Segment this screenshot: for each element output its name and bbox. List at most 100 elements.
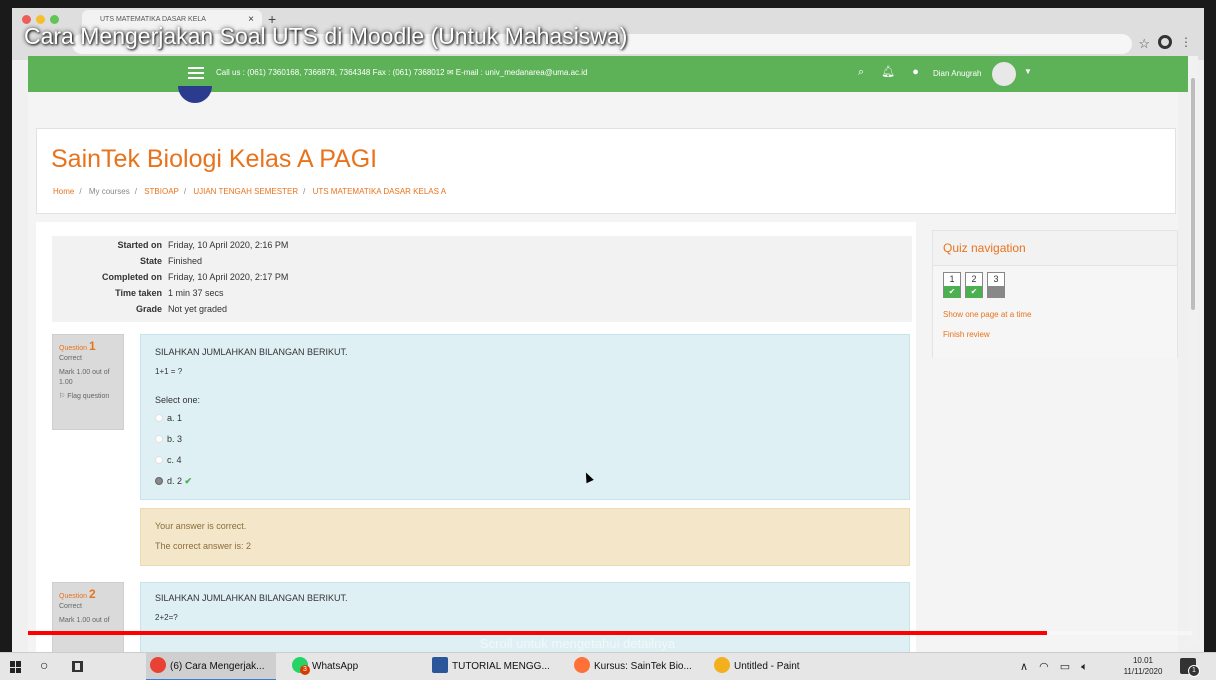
summary-label: Time taken [115, 288, 162, 298]
summary-label: State [139, 256, 162, 266]
feedback-answer: The correct answer is: 2 [155, 541, 252, 551]
quiz-nav-button-3[interactable]: 3 [987, 272, 1005, 298]
browser-menu-icon[interactable]: ⋮ [1180, 35, 1192, 49]
hamburger-menu-icon[interactable] [188, 67, 204, 79]
question-2-info: Question 2 Correct Mark 1.00 out of [52, 582, 124, 652]
search-icon[interactable]: ○ [40, 657, 48, 673]
question-status: Correct [59, 603, 82, 610]
summary-row: State Finished [52, 256, 912, 272]
question-expression: 2+2=? [155, 613, 178, 622]
search-icon[interactable]: ⌕ [858, 66, 864, 78]
taskbar-app-paint[interactable]: Untitled - Paint [710, 653, 830, 680]
summary-value: Not yet graded [168, 304, 228, 314]
windows-taskbar: ○ (6) Cara Mengerjak... 3 WhatsApp TUTORI… [0, 652, 1216, 680]
video-title: Cara Mengerjakan Soal UTS di Moodle (Unt… [24, 23, 628, 49]
summary-value: Friday, 10 April 2020, 2:16 PM [168, 240, 289, 250]
scrollbar-thumb[interactable] [1191, 78, 1195, 310]
not-graded-indicator [988, 286, 1004, 298]
question-text: SILAHKAN JUMLAHKAN BILANGAN BERIKUT. [155, 593, 348, 603]
volume-icon[interactable]: 🔈︎ [1081, 661, 1088, 673]
select-one-label: Select one: [155, 395, 201, 405]
system-clock[interactable]: 10.01 11/11/2020 [1118, 655, 1168, 677]
task-view-icon[interactable] [72, 661, 83, 672]
clock-date: 11/11/2020 [1123, 667, 1163, 676]
notification-count-badge: 1 [1188, 665, 1200, 677]
attempt-summary: Started on Friday, 10 April 2020, 2:16 P… [52, 236, 912, 322]
breadcrumb-my-courses[interactable]: My courses [89, 187, 130, 196]
taskbar-app-word[interactable]: TUTORIAL MENGG... [428, 653, 558, 680]
breadcrumb-section[interactable]: UJIAN TENGAH SEMESTER [193, 187, 298, 196]
breadcrumb: Home / My courses / STBIOAP / UJIAN TENGAH … [53, 187, 447, 196]
page-scrollbar[interactable] [1188, 56, 1198, 644]
answer-option[interactable]: b. 3 [155, 434, 182, 444]
taskbar-app-chrome[interactable]: (6) Cara Mengerjak... [146, 653, 276, 680]
summary-value: 1 min 37 secs [168, 288, 224, 298]
show-one-page-link[interactable]: Show one page at a time [943, 310, 1032, 319]
user-avatar[interactable] [992, 62, 1016, 86]
messages-icon[interactable]: ● [912, 66, 919, 78]
contact-info: Call us : (061) 7360168, 7366878, 736434… [216, 68, 588, 77]
question-status: Correct [59, 355, 82, 362]
answered-check-icon: ✔ [944, 286, 960, 298]
summary-row: Started on Friday, 10 April 2020, 2:16 P… [52, 240, 912, 256]
question-mark: Mark 1.00 out of [59, 617, 110, 624]
answer-option[interactable]: c. 4 [155, 455, 182, 465]
whatsapp-icon: 3 [292, 657, 310, 675]
course-title: SainTek Biologi Kelas A PAGI [51, 145, 378, 173]
question-number: Question 2 [59, 587, 96, 601]
clock-time: 10.01 [1132, 656, 1154, 665]
navbar-icons: ⌕ 🔔︎ ● [858, 65, 933, 79]
firefox-icon [574, 657, 590, 673]
answer-option-selected[interactable]: d. 2 ✔ [155, 476, 192, 487]
quiz-review-main: Started on Friday, 10 April 2020, 2:16 P… [36, 222, 916, 652]
wifi-icon[interactable]: ◠ [1039, 661, 1049, 673]
question-mark: Mark 1.00 out of 1.00 [59, 369, 110, 386]
summary-row: Completed on Friday, 10 April 2020, 2:17… [52, 272, 912, 288]
taskbar-app-whatsapp[interactable]: 3 WhatsApp [288, 653, 398, 680]
question-expression: 1+1 = ? [155, 367, 183, 376]
course-header: SainTek Biologi Kelas A PAGI Home / My co… [36, 128, 1176, 214]
video-frame: UTS MATEMATIKA DASAR KELA × + ☆ ⋮ Call u… [0, 0, 1216, 652]
flag-icon: ⚐ [59, 393, 66, 400]
chrome-icon [150, 657, 166, 673]
bookmark-star-icon[interactable]: ☆ [1138, 36, 1150, 52]
summary-row: Time taken 1 min 37 secs [52, 288, 912, 304]
summary-row: Grade Not yet graded [52, 304, 912, 320]
chevron-up-icon[interactable]: ∧ [1020, 661, 1028, 673]
video-overlay-hint: Scroll untuk mengetahui detailnya [480, 636, 676, 651]
battery-icon[interactable]: ▭ [1060, 661, 1070, 673]
summary-label: Grade [135, 304, 162, 314]
breadcrumb-quiz[interactable]: UTS MATEMATIKA DASAR KELAS A [313, 187, 447, 196]
system-tray: ∧ ◠ ▭ 🔈︎ [1020, 660, 1096, 674]
windows-start-icon[interactable] [10, 661, 22, 673]
profile-icon[interactable] [1158, 35, 1172, 49]
user-name[interactable]: Dian Anugrah [933, 69, 981, 78]
question-1-content: SILAHKAN JUMLAHKAN BILANGAN BERIKUT. 1+1… [140, 334, 910, 500]
flag-question-link[interactable]: ⚐ Flag question [59, 392, 117, 402]
correct-check-icon: ✔ [184, 476, 193, 486]
answer-feedback: Your answer is correct. The correct answ… [140, 508, 910, 566]
quiz-nav-button-1[interactable]: 1 ✔ [943, 272, 961, 298]
finish-review-link[interactable]: Finish review [943, 330, 990, 339]
word-icon [432, 657, 448, 673]
question-number: Question 1 [59, 339, 96, 353]
quiz-navigation-title: Quiz navigation [943, 241, 1026, 255]
video-progress-played[interactable] [28, 631, 1047, 635]
quiz-nav-button-2[interactable]: 2 ✔ [965, 272, 983, 298]
notification-badge: 3 [300, 665, 310, 675]
tab-title: UTS MATEMATIKA DASAR KELA [100, 16, 206, 23]
summary-label: Started on [117, 240, 162, 250]
moodle-page: SainTek Biologi Kelas A PAGI Home / My co… [28, 86, 1178, 652]
answered-check-icon: ✔ [966, 286, 982, 298]
answer-option[interactable]: a. 1 [155, 413, 182, 423]
summary-label: Completed on [102, 272, 162, 282]
paint-icon [714, 657, 730, 673]
chevron-down-icon[interactable]: ▼ [1024, 67, 1032, 76]
quiz-navigation-block: Quiz navigation 1 ✔ 2 ✔ 3 Show one page at… [932, 230, 1178, 358]
breadcrumb-course[interactable]: STBIOAP [144, 187, 179, 196]
notifications-bell-icon[interactable]: 🔔︎ [881, 66, 895, 78]
breadcrumb-home[interactable]: Home [53, 187, 74, 196]
question-text: SILAHKAN JUMLAHKAN BILANGAN BERIKUT. [155, 347, 348, 357]
feedback-correct: Your answer is correct. [155, 521, 247, 531]
taskbar-app-firefox[interactable]: Kursus: SainTek Bio... [570, 653, 700, 680]
